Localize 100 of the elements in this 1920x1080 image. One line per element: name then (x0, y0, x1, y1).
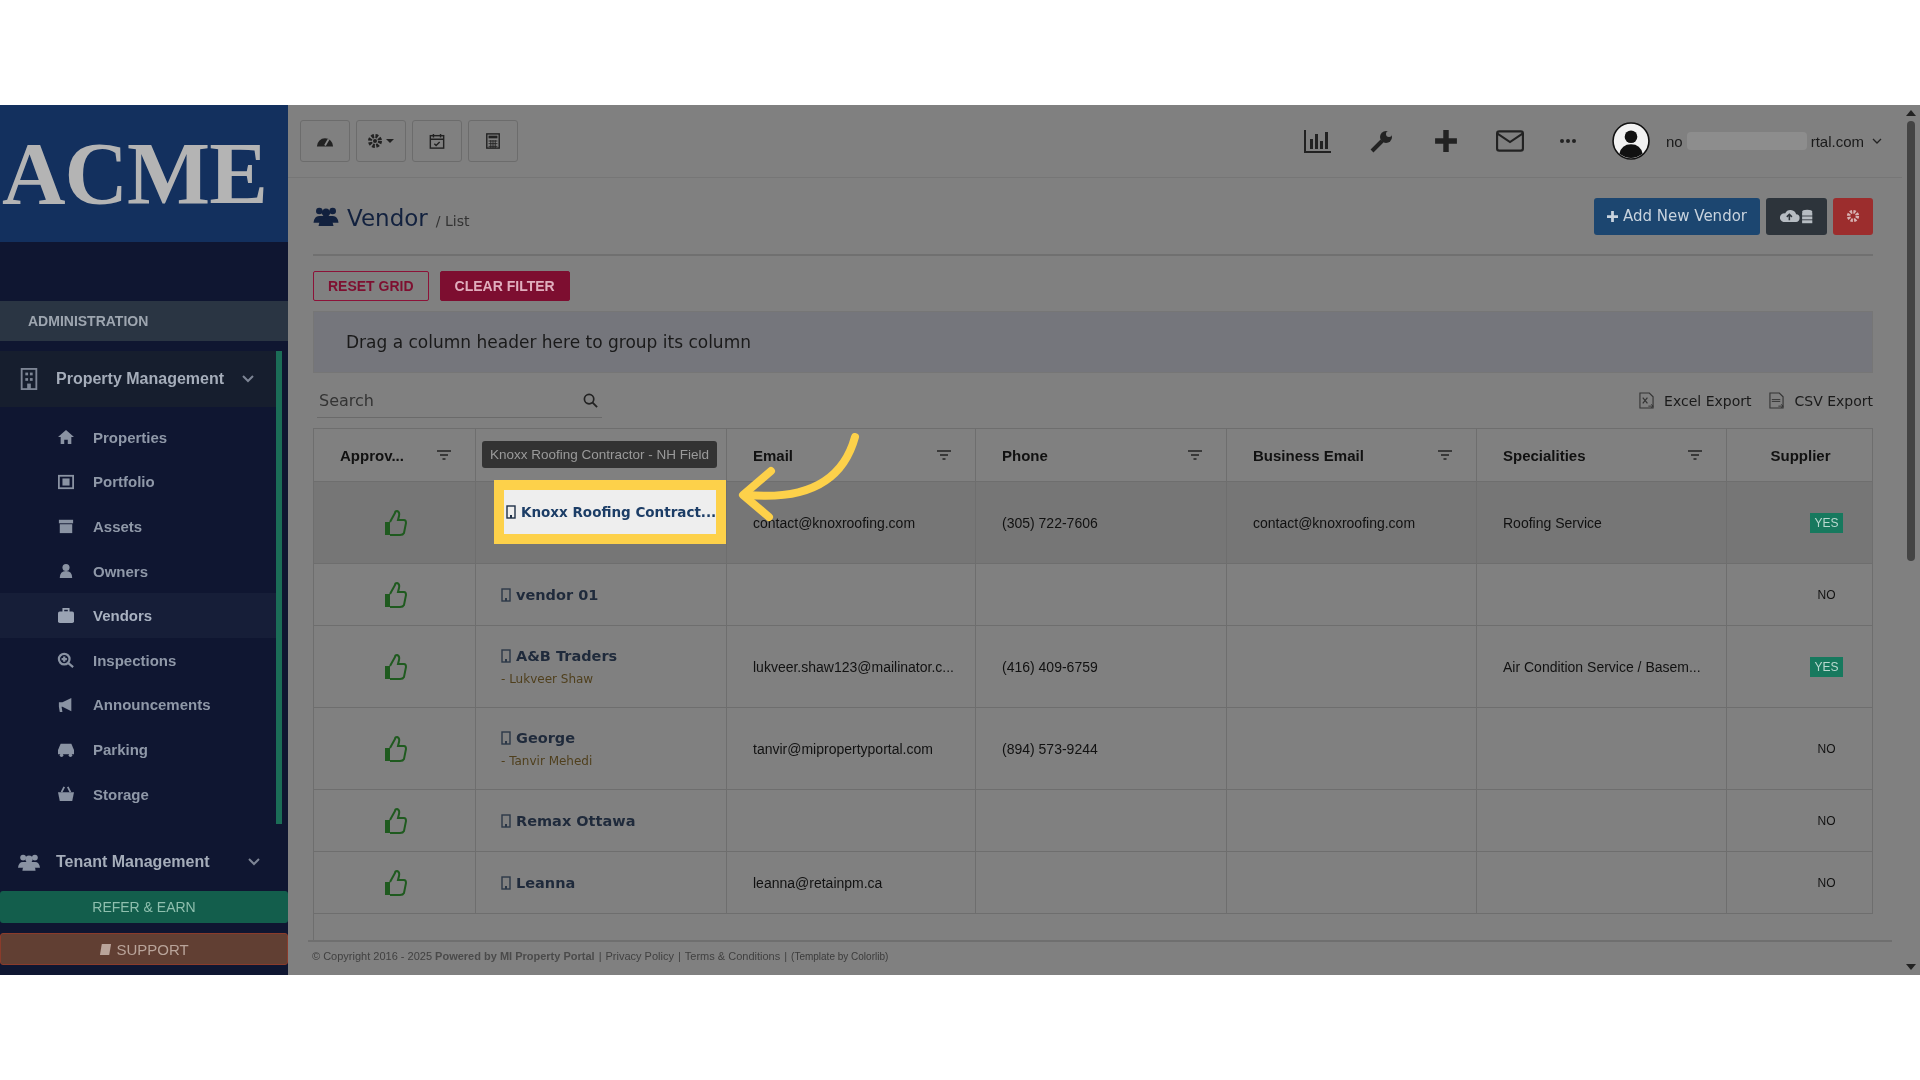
filter-icon[interactable] (1688, 450, 1702, 460)
building-icon (501, 813, 511, 828)
clear-filter-button[interactable]: CLEAR FILTER (439, 271, 570, 301)
sidebar-item[interactable]: Inspections (0, 637, 276, 683)
sidebar-item[interactable]: Announcements (0, 682, 276, 728)
chevron-icon (242, 375, 254, 383)
separator: | (677, 950, 681, 962)
group-hint: Drag a column header here to group its column (346, 332, 751, 352)
filter-icon[interactable] (937, 450, 951, 460)
calculator-button[interactable] (468, 120, 518, 162)
search-icon (583, 392, 598, 408)
calendar-button[interactable] (412, 120, 462, 162)
table-row[interactable]: vendor 01 NO (314, 564, 1873, 626)
page-title: Vendor (347, 205, 428, 231)
table-row[interactable]: Remax Ottawa NO (314, 790, 1873, 852)
table-row[interactable]: A&B Traders - Lukveer Shaw lukveer.shaw123@mailinator.c... (416) 409-6759 Air Condition Service / Basem... YES (314, 626, 1873, 708)
sidebar-item[interactable]: Vendors (0, 593, 276, 638)
more-icon[interactable] (1559, 138, 1576, 144)
column-header[interactable]: Supplier (1727, 429, 1873, 481)
settings-button[interactable] (356, 120, 406, 162)
column-header[interactable]: Phone (976, 429, 1227, 481)
sidebar-item[interactable]: Owners (0, 548, 276, 594)
archive-icon (57, 518, 75, 535)
home-icon (57, 429, 75, 446)
column-header[interactable]: Email (727, 429, 976, 481)
building-icon (501, 730, 511, 745)
table-row[interactable]: Leanna leanna@retainpm.ca NO (314, 852, 1873, 914)
column-header[interactable]: Approv... (314, 429, 476, 481)
table-cell-text: contact@knoxroofing.com (1253, 514, 1417, 531)
search-field[interactable]: Search (317, 389, 583, 411)
calendar-icon (428, 133, 446, 149)
refer-button[interactable]: REFER & EARN (0, 891, 288, 923)
import-button[interactable] (1766, 197, 1827, 235)
vendor-link[interactable]: A&B Traders (516, 647, 618, 664)
table-row[interactable]: Knoxx Roofing Contract... contact@knoxroofing.com (305) 722-7606 contact@knoxroofing.com Roofing Service YES (314, 482, 1873, 564)
column-header[interactable]: Business Email (1227, 429, 1477, 481)
scroll-down-icon[interactable] (1906, 963, 1916, 971)
table-cell-text: (894) 573-9244 (1002, 740, 1099, 757)
supplier-tag: YES (1810, 656, 1843, 677)
car-icon (57, 741, 75, 758)
section-header: ADMINISTRATION (0, 301, 288, 341)
contact-name: - Tanvir Mehedi (501, 753, 594, 768)
building-icon (501, 648, 511, 663)
filter-icon[interactable] (1438, 450, 1452, 460)
excel-file-icon (1639, 392, 1655, 409)
supplier-text: NO (1816, 812, 1837, 830)
basket-icon (57, 786, 75, 803)
building-icon (501, 587, 511, 602)
add-vendor-button[interactable]: Add New Vendor (1594, 197, 1760, 235)
dashboard-button[interactable] (300, 120, 350, 162)
cloud-database-icon (1779, 208, 1814, 224)
supplier-text: NO (1816, 874, 1837, 892)
supplier-tag: YES (1810, 512, 1843, 533)
sidebar-item[interactable]: Portfolio (0, 459, 276, 505)
sidebar-item[interactable]: Parking (0, 727, 276, 772)
sidebar-item[interactable]: Properties (0, 415, 276, 460)
column-header[interactable]: Specialities (1477, 429, 1727, 481)
header-cell-covered[interactable]: Knoxx Roofing Contractor - NH Field (476, 429, 727, 481)
footer-link[interactable]: Privacy Policy (605, 950, 674, 962)
envelope-icon[interactable] (1495, 129, 1524, 153)
logo-text: ACME (2, 129, 267, 218)
gear-icon (1846, 209, 1860, 223)
scrollbar-thumb[interactable] (1907, 121, 1915, 561)
chevron-icon (248, 858, 260, 867)
zoom-icon (57, 652, 75, 669)
settings-button[interactable] (1833, 197, 1873, 235)
bar-chart-icon[interactable] (1303, 129, 1332, 153)
footer-link[interactable]: Terms & Conditions (684, 950, 781, 962)
csv-file-icon (1769, 392, 1785, 409)
menu-group[interactable]: Property Management (0, 351, 282, 407)
menu-group[interactable]: Tenant Management (0, 834, 282, 891)
vendor-link[interactable]: Remax Ottawa (516, 812, 636, 829)
caret-icon (1872, 138, 1882, 144)
filter-icon[interactable] (1188, 450, 1202, 460)
reset-grid-button[interactable]: RESET GRID (313, 271, 429, 301)
table-cell-text: (416) 409-6759 (1002, 658, 1099, 675)
sidebar-item[interactable]: Storage (0, 771, 276, 817)
avatar-icon (1611, 122, 1650, 160)
building-icon (18, 368, 40, 390)
vendor-link[interactable]: Knoxx Roofing Contract... (521, 504, 717, 520)
support-button[interactable]: SUPPORT (0, 933, 288, 965)
excel-export-button[interactable]: Excel Export (1639, 392, 1752, 409)
user-icon (57, 563, 75, 580)
vendor-link[interactable]: vendor 01 (516, 586, 599, 603)
filter-icon[interactable] (437, 450, 451, 460)
sidebar-item[interactable]: Assets (0, 504, 276, 549)
email-start: no (1665, 132, 1683, 150)
building-icon (506, 505, 516, 519)
table-row[interactable]: George - Tanvir Mehedi tanvir@mipropertyportal.com (894) 573-9244 NO (314, 708, 1873, 790)
csv-export-button[interactable]: CSV Export (1769, 392, 1873, 409)
user-menu[interactable]: no rtal.com (1611, 122, 1882, 160)
separator: | (784, 950, 788, 962)
separator: | (598, 950, 602, 962)
email-end: rtal.com (1810, 132, 1864, 150)
vendor-link[interactable]: George (516, 729, 576, 746)
briefcase-icon (57, 607, 75, 624)
scroll-up-icon[interactable] (1906, 109, 1916, 117)
vendor-link[interactable]: Leanna (516, 874, 576, 891)
portfolio-icon (57, 473, 75, 490)
table-cell-text: (305) 722-7606 (1002, 514, 1099, 531)
